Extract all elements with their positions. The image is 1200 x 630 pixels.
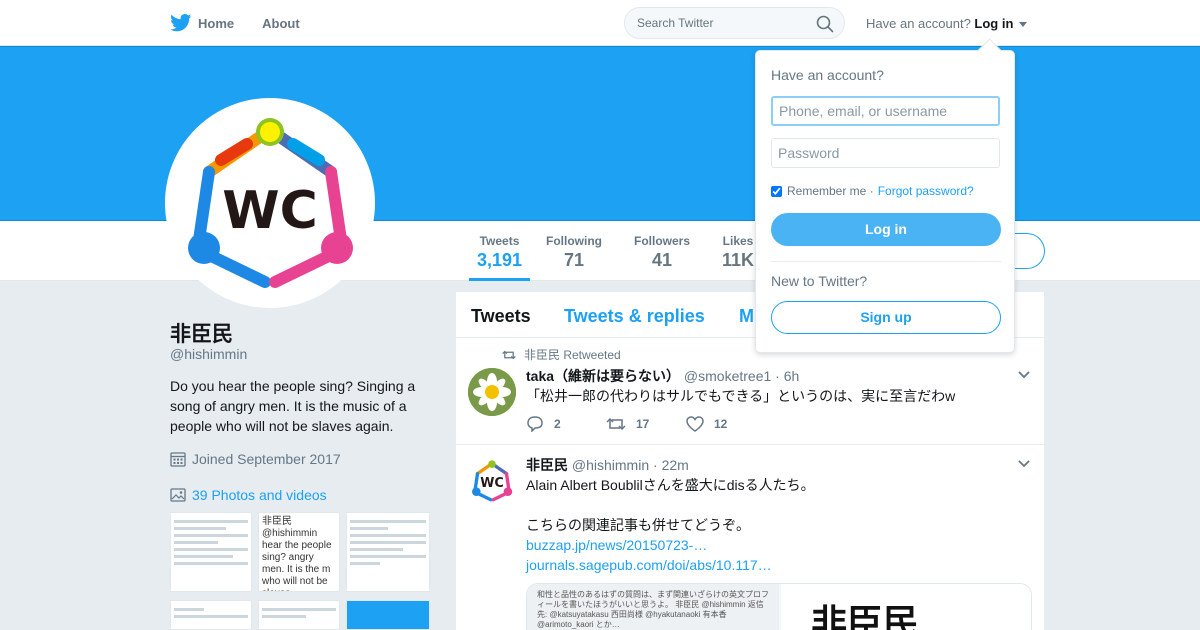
tweet-time[interactable]: · 6h: [775, 368, 799, 384]
login-link[interactable]: Log in: [974, 16, 1013, 31]
search-input[interactable]: [637, 16, 807, 30]
thumbnail[interactable]: 非臣民 @hishimmin hear the people sing? ang…: [258, 512, 340, 592]
like-count: 12: [714, 417, 728, 431]
chevron-down-icon[interactable]: [1018, 460, 1030, 468]
calendar-icon: [170, 452, 186, 467]
heart-icon: [686, 416, 704, 432]
tweet-author-handle[interactable]: @smoketree1: [684, 368, 771, 384]
retweet-action[interactable]: 17: [606, 416, 686, 432]
login-button[interactable]: Log in: [771, 213, 1001, 246]
login-heading: Have an account?: [771, 67, 884, 83]
thumbnail[interactable]: [258, 600, 340, 630]
tweet-text-line: Alain Albert Boublilさんを盛大にdisる人たち。: [526, 477, 815, 493]
joined-text: Joined September 2017: [192, 451, 341, 467]
remember-label[interactable]: Remember me ·: [787, 184, 874, 198]
thumbnail[interactable]: [170, 512, 252, 592]
stat-followers[interactable]: Followers 41: [632, 221, 692, 281]
username-field[interactable]: [771, 96, 1000, 126]
stat-likes[interactable]: Likes 11K: [718, 221, 758, 281]
tab-tweets-replies[interactable]: Tweets & replies: [564, 306, 705, 327]
have-account-text: Have an account?: [866, 16, 971, 31]
tweet-text-line: こちらの関連記事も併せてどうぞ。: [526, 517, 750, 533]
nav-about-label: About: [262, 15, 300, 31]
media-screenshot: 和性と品性のあるはずの質問は、まず関連いざらけの英文プロフィールを書いたほうがい…: [527, 584, 779, 630]
tweet-media[interactable]: 和性と品性のあるはずの質問は、まず関連いざらけの英文プロフィールを書いたほうがい…: [526, 583, 1032, 630]
retweet-context: 非臣民 Retweeted: [502, 346, 621, 363]
remember-row: Remember me · Forgot password?: [771, 184, 974, 198]
profile-handle[interactable]: @hishimmin: [170, 346, 247, 362]
tweet-actions: 2 17 12: [526, 416, 766, 432]
tweet-author-handle[interactable]: @hishimmin: [572, 457, 649, 473]
media-title-image: 非臣民: [781, 584, 1031, 630]
photo-icon: [170, 488, 186, 502]
account-menu[interactable]: Have an account? Log in: [866, 16, 1028, 31]
top-navigation: Home About Have an account? Log in: [0, 0, 1200, 46]
profile-joined: Joined September 2017: [170, 451, 341, 467]
stat-value: 41: [651, 250, 673, 270]
profile-name[interactable]: 非臣民: [170, 318, 233, 348]
login-dropdown: Have an account? Remember me · Forgot pa…: [755, 50, 1015, 353]
tweet-text: 「松井一郎の代わりはサルでもできる」というのは、実に至言だわw: [526, 388, 956, 404]
forgot-password-link[interactable]: Forgot password?: [878, 184, 974, 198]
chevron-down-icon[interactable]: [1019, 22, 1028, 28]
stat-label: Tweets: [479, 234, 520, 248]
thumbnail[interactable]: [170, 600, 252, 630]
stat-label: Following: [546, 234, 602, 248]
thumbnail[interactable]: [346, 600, 430, 630]
tweet-link[interactable]: journals.sagepub.com/doi/abs/10.117…: [526, 555, 1026, 575]
nav-about[interactable]: About: [262, 0, 300, 46]
divider: [771, 261, 1001, 262]
profile-bio: Do you hear the people sing? Singing a s…: [170, 378, 416, 434]
tweet-header: taka（維新は要らない） @smoketree1 · 6h: [526, 366, 799, 386]
chevron-down-icon[interactable]: [1018, 371, 1030, 379]
nav-home-label: Home: [198, 15, 235, 31]
thumbnail-text: 非臣民 @hishimmin hear the people sing? ang…: [262, 516, 332, 591]
nav-home[interactable]: Home: [170, 0, 234, 46]
retweet-count: 17: [636, 417, 650, 431]
stat-label: Followers: [633, 234, 690, 248]
search-box[interactable]: [624, 7, 845, 39]
remember-checkbox[interactable]: [771, 185, 782, 197]
reply-count: 2: [554, 417, 561, 431]
photos-videos-link[interactable]: 39 Photos and videos: [170, 487, 327, 503]
stat-value: 3,191: [476, 250, 523, 270]
avatar-logo-text: WC: [222, 181, 318, 241]
wc-logo-small-image: WC: [472, 460, 513, 502]
stat-following[interactable]: Following 71: [544, 221, 604, 281]
tweet[interactable]: WC 非臣民 @hishimmin · 22m Alain Albert Bou…: [456, 445, 1044, 630]
stat-label: Likes: [722, 234, 754, 248]
retweet-icon: [606, 417, 626, 431]
tweet[interactable]: 非臣民 Retweeted taka（維新は要らない） @smoketree1 …: [456, 338, 1044, 445]
tweet-header: 非臣民 @hishimmin · 22m: [526, 455, 689, 475]
nav-left: Home About: [170, 0, 328, 46]
search-icon[interactable]: [816, 15, 834, 33]
flower-avatar-image: [468, 368, 516, 416]
photos-text[interactable]: 39 Photos and videos: [192, 487, 327, 503]
profile-avatar[interactable]: WC: [165, 98, 375, 308]
like-action[interactable]: 12: [686, 416, 766, 432]
tweet-avatar[interactable]: [468, 368, 516, 416]
new-to-twitter-text: New to Twitter?: [771, 273, 868, 289]
tweet-link[interactable]: buzzap.jp/news/20150723-…: [526, 535, 1026, 555]
stat-tweets[interactable]: Tweets 3,191: [469, 221, 530, 281]
tab-media[interactable]: M: [739, 306, 754, 327]
tab-tweets[interactable]: Tweets: [471, 306, 531, 327]
tweet-author-name[interactable]: 非臣民: [526, 457, 568, 473]
photo-thumbnails: 非臣民 @hishimmin hear the people sing? ang…: [170, 512, 430, 630]
wc-logo-image: WC: [188, 118, 353, 288]
signup-button[interactable]: Sign up: [771, 301, 1001, 334]
tweet-avatar[interactable]: WC: [468, 457, 516, 505]
twitter-bird-icon: [170, 14, 192, 32]
retweet-icon: [502, 350, 516, 359]
retweeted-by-text[interactable]: 非臣民 Retweeted: [524, 346, 621, 363]
tweet-time[interactable]: · 22m: [653, 457, 689, 473]
avatar-logo-text: WC: [480, 476, 504, 491]
password-field[interactable]: [771, 138, 1000, 168]
tweet-author-name[interactable]: taka（維新は要らない）: [526, 368, 680, 384]
reply-icon: [527, 416, 543, 432]
stat-value: 71: [563, 250, 585, 270]
thumbnail[interactable]: [346, 512, 430, 592]
stat-value: 11K: [721, 250, 755, 270]
reply-action[interactable]: 2: [526, 416, 606, 432]
